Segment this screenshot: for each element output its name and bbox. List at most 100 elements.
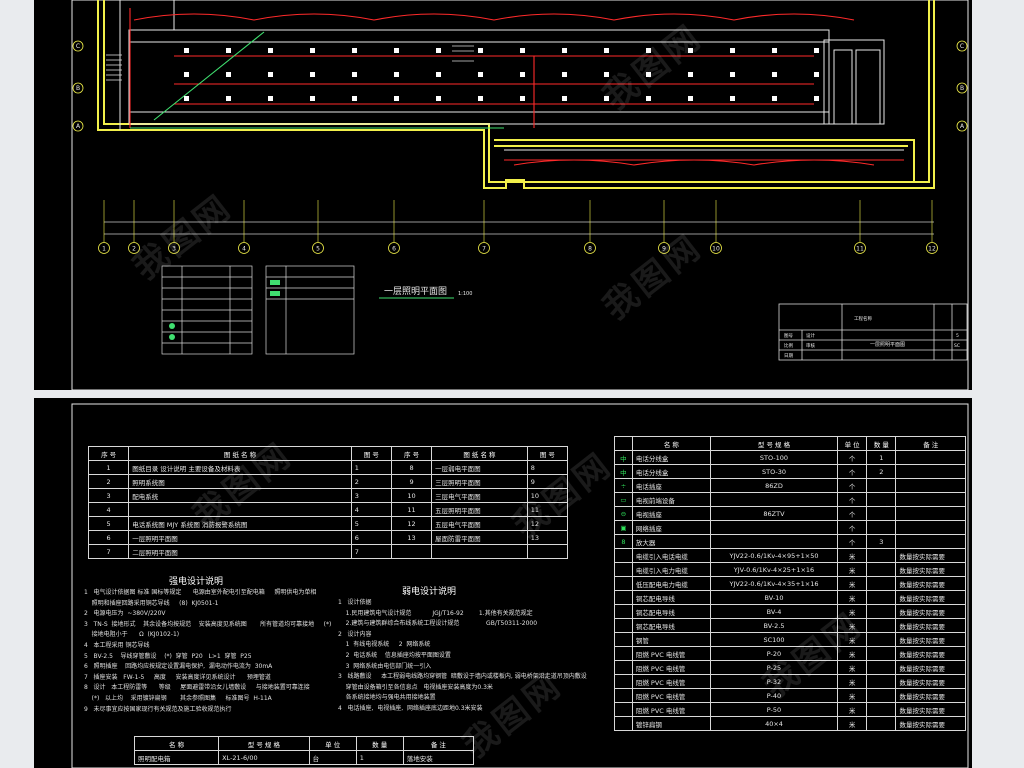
legend-model: 86ZTV <box>709 506 839 521</box>
equipment-unit: 台 <box>308 750 357 765</box>
light-fixture-icon <box>688 72 693 77</box>
legend-symbol-icon <box>614 660 633 675</box>
table-row: 5 电话系统图 MJY 系统图 消防报警系统图 5 12 五层电气平面图 12 <box>87 516 569 531</box>
note-line: 各系统接地均与强电共用接地装置 <box>338 694 436 702</box>
light-fixture-icon <box>814 48 819 53</box>
index-cell: 11 <box>526 502 569 517</box>
weak-notes-title: 弱电设计说明 <box>402 587 457 597</box>
index-cell: 12 <box>526 516 569 531</box>
legend-header <box>614 436 633 451</box>
axis-label: 10 <box>712 246 720 253</box>
index-header-no: 序 号 <box>87 446 130 461</box>
title-block-cell: 设计 <box>806 332 815 339</box>
legend-model <box>709 492 839 507</box>
index-cell: 3 <box>350 488 392 503</box>
note-line: 4 本工程采用 铜芯导线 <box>84 641 150 649</box>
legend-name: 网络插座 <box>631 520 711 535</box>
design-notes-sheet: 序 号 图 纸 名 称 图 号 序 号 图 纸 名 称 图 号 1 图纸目录 设计… <box>34 398 972 768</box>
axis-label: 4 <box>242 246 246 253</box>
light-fixture-icon <box>436 96 441 101</box>
light-fixture-icon <box>814 96 819 101</box>
light-fixture-icon <box>646 72 651 77</box>
axis-label: 2 <box>132 246 136 253</box>
legend-note: 数量按实际需要 <box>895 688 966 703</box>
legend-unit: 个 <box>837 520 868 535</box>
legend-note <box>895 534 966 549</box>
axis-label: 1 <box>102 246 106 253</box>
table-row: 8 放大器 个 3 <box>614 534 966 549</box>
row-axis-label: B <box>960 85 964 92</box>
index-cell: 照明系统图 <box>128 474 352 489</box>
legend-qty <box>866 674 897 689</box>
table-row: 低压配电电力电缆 YJV22-0.6/1Kv-4×35+1×16 米 数量按实际需要 <box>614 576 966 591</box>
legend-note: 数量按实际需要 <box>895 618 966 633</box>
light-fixture-icon <box>646 48 651 53</box>
legend-qty <box>866 520 897 535</box>
legend-unit: 米 <box>837 688 868 703</box>
title-block-cell: SC <box>954 343 960 349</box>
table-row: 照明配电箱 XL-21-6/00 台 1 落地安装 <box>133 750 475 765</box>
legend-note <box>895 506 966 521</box>
legend-name: 镀锌扁钢 <box>631 716 711 731</box>
plan-legend-table <box>161 265 355 355</box>
legend-unit: 个 <box>837 450 868 465</box>
legend-unit: 个 <box>837 478 868 493</box>
legend-note: 数量按实际需要 <box>895 604 966 619</box>
legend-note <box>895 478 966 493</box>
legend-qty: 2 <box>866 464 897 479</box>
index-header-code: 图 号 <box>350 446 392 461</box>
legend-unit: 米 <box>837 576 868 591</box>
light-fixture-icon <box>352 96 357 101</box>
axis-label: 6 <box>392 246 396 253</box>
legend-unit: 个 <box>837 464 868 479</box>
title-block-cell: 审核 <box>806 342 815 349</box>
legend-model: BV-2.5 <box>709 618 839 633</box>
light-fixture-icon <box>226 96 231 101</box>
legend-symbol-icon <box>614 562 633 577</box>
legend-name: 放大器 <box>631 534 711 549</box>
weak-notes-body: 1 设计依据 1.民用建筑电气设计规范 JGJ/T16-92 1.其他有关规范规… <box>338 598 587 715</box>
light-fixture-icon <box>184 72 189 77</box>
legend-qty <box>866 618 897 633</box>
legend-header: 型 号 规 格 <box>709 436 839 451</box>
table-row: ▣ 网络插座 个 <box>614 520 966 535</box>
strong-notes-title: 强电设计说明 <box>169 577 224 587</box>
table-row: ÷ 电话插座 86ZD 个 <box>614 478 966 493</box>
legend-name: 电话分线盒 <box>631 464 711 479</box>
light-fixture-icon <box>688 48 693 53</box>
index-cell: 5 <box>87 516 130 531</box>
legend-symbol-icon <box>614 548 633 563</box>
legend-model: 86ZD <box>709 478 839 493</box>
light-fixture-icon <box>184 96 189 101</box>
legend-symbol-icon <box>614 716 633 731</box>
legend-header: 单 位 <box>837 436 868 451</box>
note-line: 1.民用建筑电气设计规范 JGJ/T16-92 1.其他有关规范规定 <box>338 609 533 617</box>
feeder-lines <box>130 31 504 129</box>
index-cell: 8 <box>526 460 569 475</box>
index-header-name: 图 纸 名 称 <box>128 446 352 461</box>
index-cell: 1 <box>350 460 392 475</box>
legend-model <box>709 520 839 535</box>
legend-qty <box>866 688 897 703</box>
index-cell: 2 <box>350 474 392 489</box>
light-fixture-icon <box>478 48 483 53</box>
legend-symbol-icon: ⊖ <box>614 506 633 521</box>
note-line: 6 照明插座 回路均应按规定设置漏电保护, 漏电动作电流为 30mA <box>84 663 273 671</box>
row-axis-label: A <box>960 123 965 130</box>
legend-note: 数量按实际需要 <box>895 548 966 563</box>
legend-note <box>895 464 966 479</box>
index-cell: 4 <box>87 502 130 517</box>
index-cell <box>526 544 569 559</box>
note-line: 3 线路敷设 本工程弱电线路均穿钢管 暗敷设于墙内或楼板内, 弱电桥架沿走道吊顶… <box>338 673 587 681</box>
legend-model: P-32 <box>709 674 839 689</box>
light-fixture-icon <box>604 72 609 77</box>
title-block <box>778 303 968 361</box>
legend-name: 阻燃 PVC 电线管 <box>631 646 711 661</box>
note-line: 2 电话系统 信息插座均按平面图设置 <box>338 651 451 659</box>
legend-symbol-icon <box>614 576 633 591</box>
index-cell: 屋面防雷平面图 <box>431 530 528 545</box>
index-cell: 6 <box>350 530 392 545</box>
legend-model: YJV22-0.6/1Kv-4×95+1×50 <box>709 548 839 563</box>
note-line: 1 有线电视系统 2 网络系统 <box>338 641 431 649</box>
table-row: 阻燃 PVC 电线管 P-25 米 数量按实际需要 <box>614 660 966 675</box>
